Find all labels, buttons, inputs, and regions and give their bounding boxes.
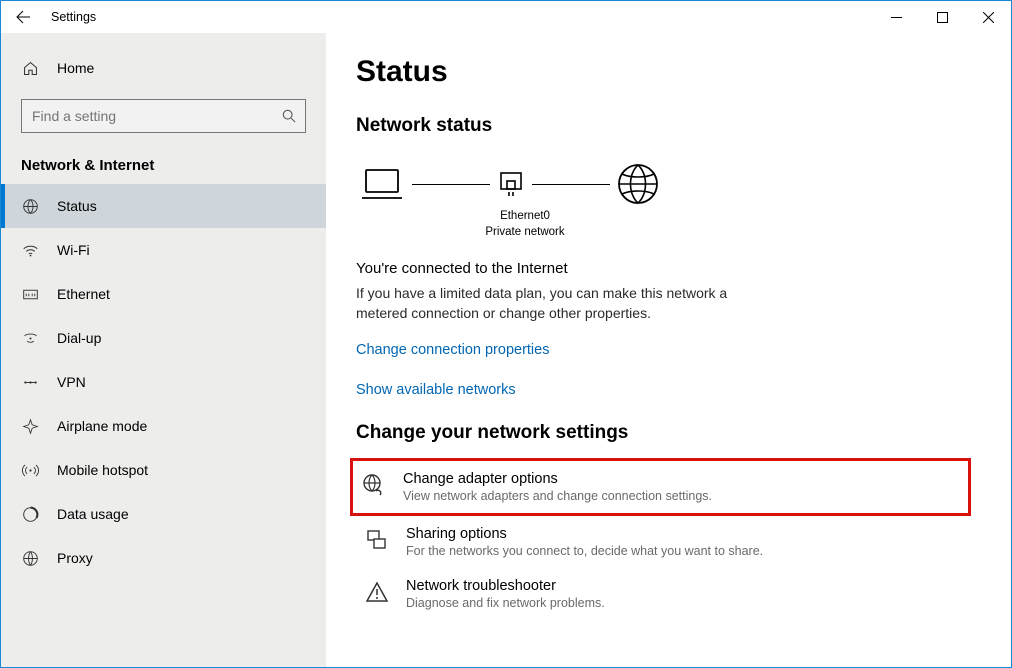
link-show-available-networks[interactable]: Show available networks <box>356 382 971 398</box>
sidebar-item-label: Data usage <box>57 506 129 522</box>
settings-window: Settings Home <box>0 0 1012 668</box>
wifi-icon <box>21 242 39 259</box>
content-area: Home Network & Internet Status Wi-Fi <box>1 33 1011 667</box>
setting-desc: View network adapters and change connect… <box>403 489 712 503</box>
sidebar-item-datausage[interactable]: Data usage <box>1 492 326 536</box>
sidebar-item-label: Status <box>57 198 97 214</box>
sidebar: Home Network & Internet Status Wi-Fi <box>1 33 326 667</box>
sidebar-item-dialup[interactable]: Dial-up <box>1 316 326 360</box>
network-type: Private network <box>470 225 580 241</box>
sidebar-item-status[interactable]: Status <box>1 184 326 228</box>
page-title: Status <box>356 55 971 89</box>
link-change-connection-properties[interactable]: Change connection properties <box>356 342 971 358</box>
setting-desc: Diagnose and fix network problems. <box>406 596 605 610</box>
sidebar-item-label: Airplane mode <box>57 418 147 434</box>
ethernet-icon <box>21 286 39 303</box>
globe-icon <box>21 198 39 215</box>
proxy-icon <box>21 550 39 567</box>
sidebar-item-ethernet[interactable]: Ethernet <box>1 272 326 316</box>
setting-title: Network troubleshooter <box>406 578 605 594</box>
main-panel: Status Network status Ethernet0 Private … <box>326 33 1011 667</box>
sidebar-home-label: Home <box>57 60 94 76</box>
sidebar-item-vpn[interactable]: VPN <box>1 360 326 404</box>
diagram-connector <box>412 184 490 185</box>
setting-title: Sharing options <box>406 526 763 542</box>
laptop-icon <box>358 164 406 204</box>
network-status-heading: Network status <box>356 115 971 137</box>
window-controls <box>873 1 1011 33</box>
search-input[interactable] <box>21 99 306 133</box>
airplane-icon <box>21 418 39 435</box>
setting-sharing-options[interactable]: Sharing options For the networks you con… <box>356 516 971 568</box>
setting-text: Network troubleshooter Diagnose and fix … <box>406 578 605 610</box>
troubleshooter-icon <box>364 578 390 604</box>
adapter-options-icon <box>361 471 387 497</box>
sidebar-item-label: Proxy <box>57 550 93 566</box>
sidebar-item-label: Mobile hotspot <box>57 462 148 478</box>
sidebar-item-proxy[interactable]: Proxy <box>1 536 326 580</box>
sidebar-home[interactable]: Home <box>1 47 326 89</box>
setting-text: Sharing options For the networks you con… <box>406 526 763 558</box>
sidebar-item-label: Dial-up <box>57 330 101 346</box>
search-icon <box>282 109 296 123</box>
sidebar-item-label: VPN <box>57 374 86 390</box>
minimize-button[interactable] <box>873 1 919 33</box>
close-button[interactable] <box>965 1 1011 33</box>
vpn-icon <box>21 374 39 391</box>
connected-desc: If you have a limited data plan, you can… <box>356 283 766 324</box>
setting-text: Change adapter options View network adap… <box>403 471 712 503</box>
datausage-icon <box>21 506 39 523</box>
dialup-icon <box>21 330 39 347</box>
setting-change-adapter-options[interactable]: Change adapter options View network adap… <box>350 458 971 516</box>
close-icon <box>983 12 994 23</box>
sidebar-item-wifi[interactable]: Wi-Fi <box>1 228 326 272</box>
diagram-labels: Ethernet0 Private network <box>470 209 580 240</box>
arrow-left-icon <box>15 9 31 25</box>
maximize-button[interactable] <box>919 1 965 33</box>
back-button[interactable] <box>1 1 45 33</box>
setting-desc: For the networks you connect to, decide … <box>406 544 763 558</box>
titlebar: Settings <box>1 1 1011 33</box>
change-settings-heading: Change your network settings <box>356 422 971 444</box>
diagram-connector <box>532 184 610 185</box>
setting-title: Change adapter options <box>403 471 712 487</box>
setting-network-troubleshooter[interactable]: Network troubleshooter Diagnose and fix … <box>356 568 971 620</box>
internet-globe-icon <box>616 162 660 206</box>
hotspot-icon <box>21 462 39 479</box>
search-wrap <box>21 99 306 133</box>
connected-heading: You're connected to the Internet <box>356 260 971 277</box>
sidebar-item-hotspot[interactable]: Mobile hotspot <box>1 448 326 492</box>
sidebar-item-airplane[interactable]: Airplane mode <box>1 404 326 448</box>
sidebar-item-label: Ethernet <box>57 286 110 302</box>
minimize-icon <box>891 12 902 23</box>
sidebar-category: Network & Internet <box>1 137 326 184</box>
adapter-icon <box>496 169 526 199</box>
window-title: Settings <box>51 10 96 24</box>
sidebar-item-label: Wi-Fi <box>57 242 90 258</box>
sharing-icon <box>364 526 390 552</box>
maximize-icon <box>937 12 948 23</box>
adapter-name: Ethernet0 <box>470 209 580 225</box>
home-icon <box>21 60 39 77</box>
network-diagram <box>358 155 971 213</box>
